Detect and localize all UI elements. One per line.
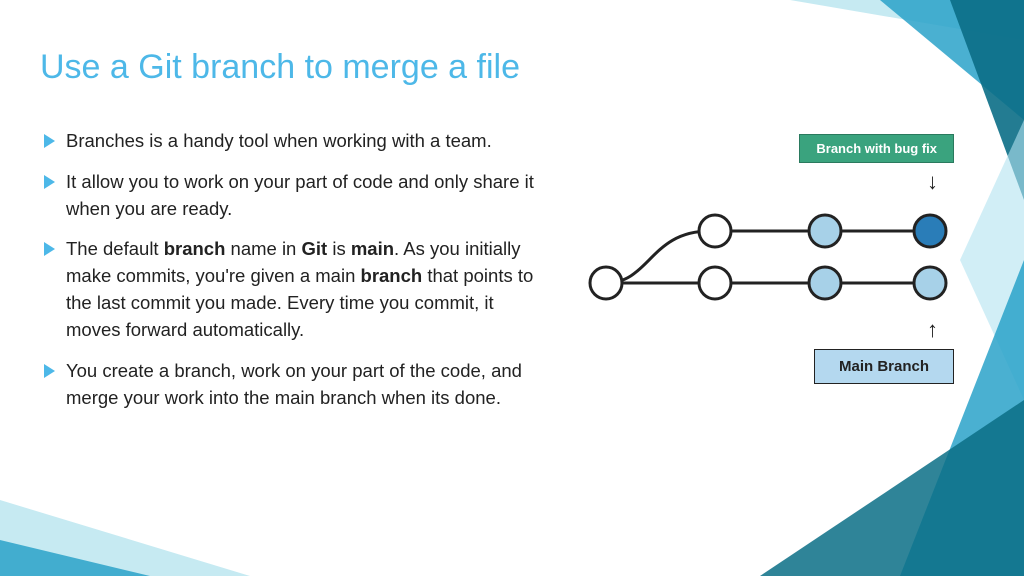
bullet-item: Branches is a handy tool when working wi… — [40, 128, 550, 155]
bullet-list: Branches is a handy tool when working wi… — [40, 128, 550, 425]
branch-label-box: Branch with bug fix — [799, 134, 954, 163]
main-label-box: Main Branch — [814, 349, 954, 384]
arrow-down-icon: ↓ — [927, 169, 938, 195]
content-area: Branches is a handy tool when working wi… — [40, 128, 984, 425]
arrow-up-icon: ↑ — [927, 317, 938, 343]
branch-diagram: Branch with bug fix ↓ ↑ Main Branch — [560, 128, 980, 425]
bullet-item: The default branch name in Git is main. … — [40, 236, 550, 343]
slide-title: Use a Git branch to merge a file — [40, 48, 520, 87]
git-graph-icon — [560, 201, 980, 311]
bullet-item: It allow you to work on your part of cod… — [40, 169, 550, 223]
bullet-item: You create a branch, work on your part o… — [40, 358, 550, 412]
